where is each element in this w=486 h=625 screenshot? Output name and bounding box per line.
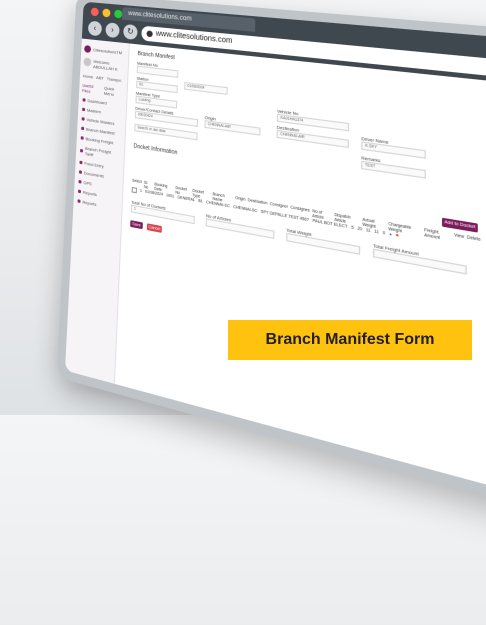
forward-icon[interactable]: › [105, 22, 120, 39]
window-controls [90, 7, 123, 19]
date-input[interactable]: 01/08/2024 [184, 81, 228, 95]
cell: 1 [139, 188, 143, 194]
monitor-scene: www.clitesolutions.com ‹ › ↻ www.cliteso… [15, 0, 486, 625]
contact-search-input[interactable]: Search or use data [134, 123, 198, 141]
masters-icon [82, 107, 86, 112]
quick-link-transpo[interactable]: Transpo [107, 76, 122, 83]
app-body: ClitesolutionsTM Welcome ABDULLAH K Home… [65, 38, 486, 499]
documents-icon [78, 170, 83, 174]
brand-logo-icon [84, 45, 92, 54]
reload-icon[interactable]: ↻ [123, 23, 138, 41]
sidebar-item-label: Dashboard [87, 97, 107, 106]
cell: B1 [198, 198, 203, 204]
minimize-dot[interactable] [102, 8, 111, 18]
reports-icon [77, 189, 82, 194]
back-icon[interactable]: ‹ [87, 20, 103, 37]
url-text: www.clitesolutions.com [155, 30, 233, 46]
docket-section-title: Docket Information [133, 143, 178, 157]
manifest-icon [81, 126, 85, 131]
site-icon [146, 30, 153, 38]
manifest-form: Manifest No Station B1 01/08/2024 Manife… [125, 61, 486, 436]
tariff-icon [80, 148, 84, 153]
brand-name: ClitesolutionsTM [92, 46, 123, 56]
row-select-checkbox[interactable] [131, 186, 138, 194]
cancel-button[interactable]: Cancel [146, 223, 162, 233]
cell: 1001 [166, 192, 175, 199]
avatar [83, 57, 92, 67]
tab-useful-files[interactable]: Useful Files [82, 82, 101, 95]
close-dot[interactable] [90, 7, 99, 17]
sidebar-item-label: Masters [86, 107, 102, 115]
cell: 20 [357, 225, 363, 232]
quick-link-abt[interactable]: ABT [96, 75, 104, 81]
sidebar-item-label: Reports [82, 189, 97, 198]
cell: 5 [351, 224, 354, 231]
main-content: Branch Manifest Manifest No Station B1 0… [115, 44, 486, 499]
tab-quick-menu[interactable]: Quick Menu [104, 85, 124, 98]
view-icon[interactable]: ● [389, 231, 392, 238]
quick-link-home[interactable]: Home [83, 73, 94, 79]
reports-icon [77, 199, 81, 204]
sidebar-item-label: Reports [82, 199, 97, 208]
cell: 0 [382, 230, 386, 236]
dashboard-icon [82, 98, 86, 102]
cell: 11 [365, 227, 371, 234]
save-button[interactable]: Save [130, 220, 143, 230]
booking-icon [80, 136, 84, 140]
cell: 11 [374, 228, 379, 235]
vehicle-icon [81, 117, 85, 121]
fund-icon [79, 160, 83, 165]
monitor-frame: www.clitesolutions.com ‹ › ↻ www.cliteso… [56, 0, 486, 514]
gps-icon [78, 179, 82, 184]
sidebar-item-label: GPS [83, 179, 92, 187]
feature-banner: Branch Manifest Form [228, 320, 472, 360]
delete-icon[interactable]: ■ [396, 233, 399, 240]
monitor-screen: www.clitesolutions.com ‹ › ↻ www.cliteso… [65, 1, 486, 499]
